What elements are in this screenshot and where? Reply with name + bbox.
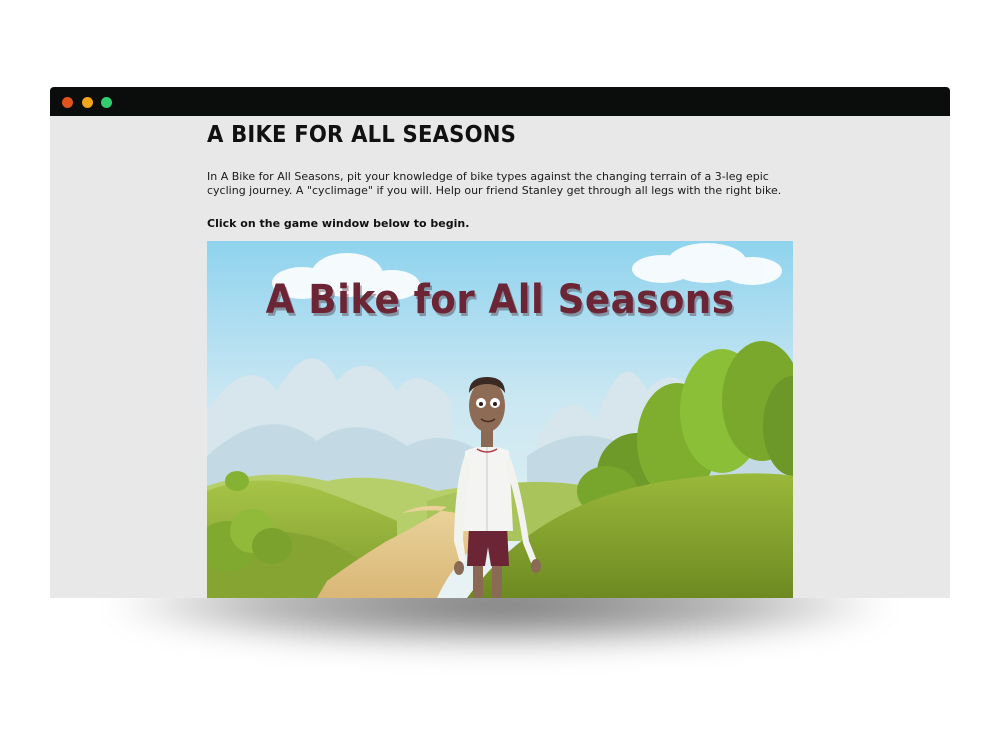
maximize-window-button[interactable] [101, 97, 112, 108]
start-instruction: Click on the game window below to begin. [207, 217, 470, 230]
page-title: A BIKE FOR ALL SEASONS [207, 122, 517, 148]
close-window-button[interactable] [62, 97, 73, 108]
window-titlebar [50, 87, 950, 116]
intro-text: In A Bike for All Seasons, pit your know… [207, 170, 782, 197]
game-window[interactable]: A Bike for All Seasons [207, 241, 793, 598]
game-title: A Bike for All Seasons [265, 277, 735, 323]
browser-window: A BIKE FOR ALL SEASONS In A Bike for All… [50, 87, 950, 598]
minimize-window-button[interactable] [82, 97, 93, 108]
